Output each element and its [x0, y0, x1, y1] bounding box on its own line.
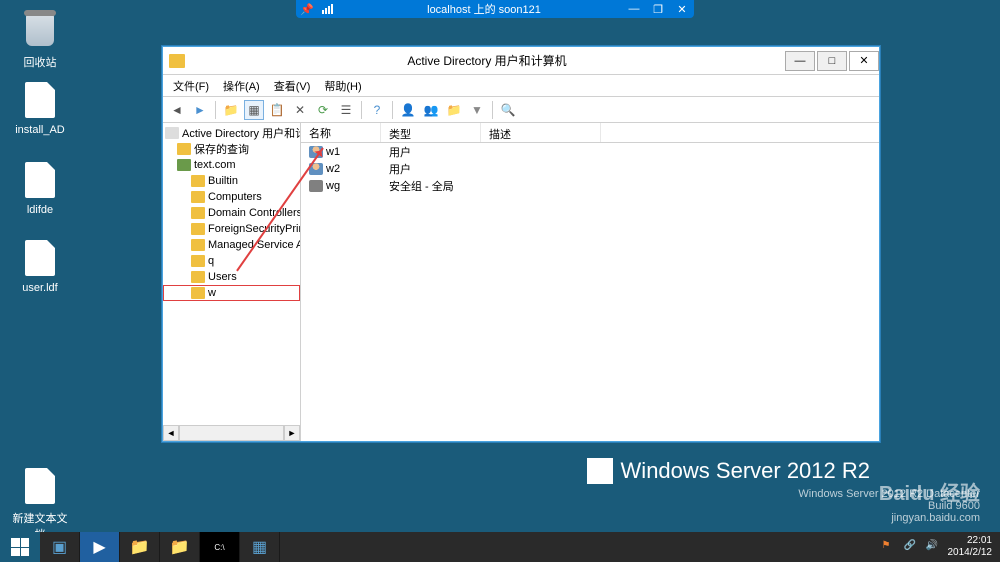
- titlebar[interactable]: Active Directory 用户和计算机 — □ ✕: [163, 47, 879, 75]
- signal-icon: [318, 4, 346, 14]
- remote-minimize-button[interactable]: —: [622, 3, 646, 16]
- col-name[interactable]: 名称: [301, 123, 381, 142]
- tree-saved-queries[interactable]: 保存的查询: [163, 141, 300, 157]
- label: ldifde: [10, 204, 70, 216]
- sound-icon[interactable]: 🔊: [926, 540, 940, 554]
- remote-close-button[interactable]: ✕: [670, 3, 694, 16]
- list-item[interactable]: w2 用户: [301, 160, 879, 177]
- tree-msa[interactable]: Managed Service Accounts: [163, 237, 300, 253]
- list-item[interactable]: wg 安全组 - 全局: [301, 177, 879, 194]
- label: 回收站: [10, 54, 70, 70]
- tree-computers[interactable]: Computers: [163, 189, 300, 205]
- list-item[interactable]: w1 用户: [301, 143, 879, 160]
- menu-file[interactable]: 文件(F): [167, 76, 215, 96]
- task-explorer[interactable]: 📁: [120, 532, 160, 562]
- clock[interactable]: 22:01 2014/2/12: [948, 535, 993, 559]
- list-header: 名称 类型 描述: [301, 123, 879, 143]
- list-pane[interactable]: 名称 类型 描述 w1 用户 w2 用户 wg 安全组 - 全局: [301, 123, 879, 441]
- window-title: Active Directory 用户和计算机: [191, 52, 783, 69]
- remote-session-bar: 📌 localhost 上的 soon121 — ❐ ✕: [296, 0, 694, 18]
- desktop-install-ad[interactable]: install_AD: [10, 80, 70, 136]
- tree-root[interactable]: Active Directory 用户和计算机 [s: [163, 125, 300, 141]
- start-button[interactable]: [0, 532, 40, 562]
- add-group-icon[interactable]: 📁: [444, 100, 464, 120]
- show-hide-button[interactable]: ▦: [244, 100, 264, 120]
- col-type[interactable]: 类型: [381, 123, 481, 142]
- find-icon[interactable]: 👤: [398, 100, 418, 120]
- cut-icon[interactable]: 📋: [267, 100, 287, 120]
- desktop-user-ldf[interactable]: user.ldf: [10, 238, 70, 294]
- delete-icon[interactable]: ✕: [290, 100, 310, 120]
- taskbar: ▣ ▶ 📁 📁 C:\ ▦ ⚑ 🔗 🔊 22:01 2014/2/12: [0, 532, 1000, 562]
- system-tray: ⚑ 🔗 🔊 22:01 2014/2/12: [882, 535, 1000, 559]
- menu-help[interactable]: 帮助(H): [318, 76, 367, 96]
- remote-title: localhost 上的 soon121: [346, 1, 622, 17]
- window-icon: [169, 54, 185, 68]
- back-button[interactable]: ◄: [167, 100, 187, 120]
- tree-w-selected[interactable]: w: [163, 285, 300, 301]
- tree-q[interactable]: q: [163, 253, 300, 269]
- label: user.ldf: [10, 282, 70, 294]
- task-cmd[interactable]: C:\: [200, 532, 240, 562]
- remote-restore-button[interactable]: ❐: [646, 3, 670, 16]
- tree-fsp[interactable]: ForeignSecurityPrincipals: [163, 221, 300, 237]
- task-item-4[interactable]: 📁: [160, 532, 200, 562]
- menubar: 文件(F) 操作(A) 查看(V) 帮助(H): [163, 75, 879, 97]
- windows-server-logo: Windows Server 2012 R2: [587, 458, 870, 484]
- up-button[interactable]: 📁: [221, 100, 241, 120]
- group-icon: [309, 180, 323, 192]
- export-icon[interactable]: ☰: [336, 100, 356, 120]
- forward-button[interactable]: ►: [190, 100, 210, 120]
- desktop-new-text[interactable]: 新建文本文档: [10, 466, 70, 542]
- network-icon[interactable]: 🔗: [904, 540, 918, 554]
- flag-icon[interactable]: ⚑: [882, 540, 896, 554]
- desktop-ldifde[interactable]: ldifde: [10, 160, 70, 216]
- tree-builtin[interactable]: Builtin: [163, 173, 300, 189]
- task-aduc[interactable]: ▦: [240, 532, 280, 562]
- task-powershell[interactable]: ▶: [80, 532, 120, 562]
- tree-pane[interactable]: Active Directory 用户和计算机 [s 保存的查询 text.co…: [163, 123, 301, 441]
- menu-view[interactable]: 查看(V): [268, 76, 317, 96]
- build-watermark: Windows Server 2012 R2 Datacenter Build …: [798, 488, 980, 524]
- tree-scrollbar[interactable]: ◄ ►: [163, 425, 300, 441]
- menu-action[interactable]: 操作(A): [217, 76, 266, 96]
- properties-icon[interactable]: ⟳: [313, 100, 333, 120]
- scroll-right-icon[interactable]: ►: [284, 425, 300, 441]
- maximize-button[interactable]: □: [817, 51, 847, 71]
- task-server-manager[interactable]: ▣: [40, 532, 80, 562]
- close-button[interactable]: ✕: [849, 51, 879, 71]
- tree-users[interactable]: Users: [163, 269, 300, 285]
- search-icon[interactable]: 🔍: [498, 100, 518, 120]
- filter-icon[interactable]: ▼: [467, 100, 487, 120]
- minimize-button[interactable]: —: [785, 51, 815, 71]
- label: install_AD: [10, 124, 70, 136]
- pin-icon[interactable]: 📌: [296, 3, 318, 16]
- col-desc[interactable]: 描述: [481, 123, 601, 142]
- toolbar: ◄ ► 📁 ▦ 📋 ✕ ⟳ ☰ ? 👤 👥 📁 ▼ 🔍: [163, 97, 879, 123]
- aduc-window: Active Directory 用户和计算机 — □ ✕ 文件(F) 操作(A…: [162, 46, 880, 442]
- desktop-recycle-bin[interactable]: 回收站: [10, 10, 70, 70]
- scroll-left-icon[interactable]: ◄: [163, 425, 179, 441]
- help-icon[interactable]: ?: [367, 100, 387, 120]
- tree-domain[interactable]: text.com: [163, 157, 300, 173]
- add-user-icon[interactable]: 👥: [421, 100, 441, 120]
